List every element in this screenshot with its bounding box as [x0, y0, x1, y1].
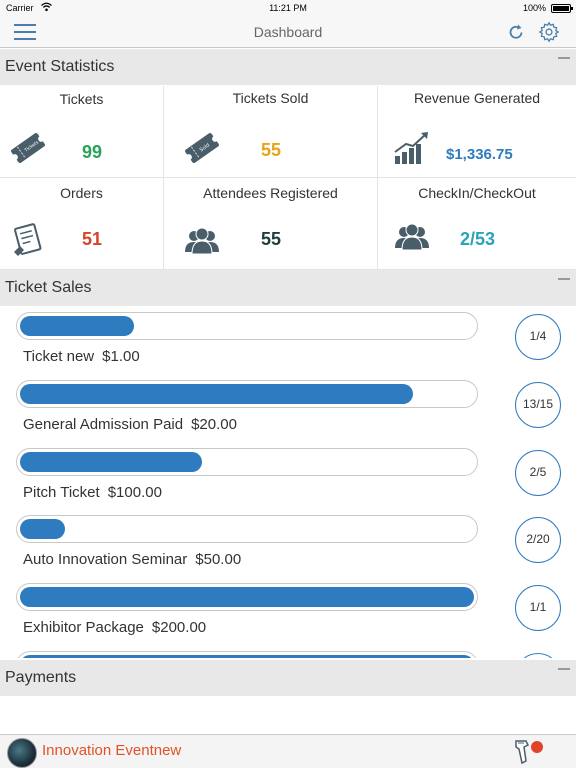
- stat-caption: Orders: [60, 185, 103, 201]
- ticket-name: General Admission Paid: [23, 416, 184, 433]
- ticket-sale-row[interactable]: Pitch Ticket $100.00 2/5: [0, 442, 576, 510]
- ticket-price: $200.00: [151, 619, 207, 636]
- revenue-chart-icon: [394, 132, 428, 164]
- ticket-icon: Tickets: [11, 133, 45, 163]
- stat-caption: Tickets Sold: [232, 90, 309, 106]
- stat-checkin-checkout[interactable]: CheckIn/CheckOut 2/53: [378, 178, 576, 270]
- ticket-name: Pitch Ticket: [23, 484, 100, 501]
- ticket-sale-row-partial[interactable]: [0, 645, 576, 658]
- sales-progress-fill: [20, 384, 413, 404]
- statistics-grid: Tickets Tickets 99 Tickets Sold Sold 55: [0, 86, 576, 270]
- ticket-price: $50.00: [195, 551, 242, 568]
- sales-counter-badge: 2/20: [515, 517, 561, 563]
- barcode-scanner-icon[interactable]: [510, 737, 546, 767]
- sales-progress-bar: [16, 515, 478, 543]
- sales-counter-badge: 2/5: [515, 450, 561, 496]
- collapse-icon[interactable]: [558, 278, 570, 280]
- stat-revenue[interactable]: Revenue Generated $1,336.75: [378, 86, 576, 178]
- sales-progress-bar: [16, 651, 478, 658]
- sales-progress-bar: [16, 380, 478, 408]
- sales-progress-bar: [16, 448, 478, 476]
- stat-caption: Tickets: [59, 91, 104, 107]
- ticket-name: Exhibitor Package: [23, 619, 144, 636]
- ticket-sale-row[interactable]: Exhibitor Package $200.00 1/1: [0, 577, 576, 645]
- sales-progress-fill: [20, 587, 474, 607]
- section-title: Payments: [5, 669, 77, 686]
- ticket-sale-row[interactable]: Auto Innovation Seminar $50.00 2/20: [0, 509, 576, 577]
- ticket-sales-header[interactable]: Ticket Sales: [0, 270, 576, 306]
- section-title: Event Statistics: [5, 58, 115, 75]
- event-name[interactable]: Innovation Eventnew: [42, 742, 181, 759]
- attendees-icon: [185, 227, 219, 255]
- page-title: Dashboard: [253, 24, 323, 40]
- battery-percent: 100%: [522, 3, 546, 13]
- navigation-bar: Dashboard: [0, 16, 576, 48]
- ticket-sale-label: General Admission Paid $20.00: [23, 416, 237, 433]
- sales-progress-bar: [16, 583, 478, 611]
- sales-progress-bar: [16, 312, 478, 340]
- ticket-name: Auto Innovation Seminar: [23, 551, 188, 568]
- collapse-icon[interactable]: [558, 57, 570, 59]
- event-logo[interactable]: [7, 738, 37, 768]
- sales-counter-badge: 1/1: [515, 585, 561, 631]
- stat-tickets[interactable]: Tickets Tickets 99: [0, 86, 164, 178]
- clock: 11:21 PM: [269, 3, 307, 13]
- ticket-price: $100.00: [107, 484, 162, 501]
- stat-caption: CheckIn/CheckOut: [418, 185, 536, 201]
- ticket-sale-label: Pitch Ticket $100.00: [23, 484, 162, 501]
- event-statistics-header[interactable]: Event Statistics: [0, 49, 576, 85]
- collapse-icon[interactable]: [558, 668, 570, 670]
- ticket-price: $1.00: [102, 348, 140, 365]
- checkin-icon: [395, 223, 429, 251]
- stat-caption: Revenue Generated: [413, 90, 541, 106]
- ticket-sale-label: Auto Innovation Seminar $50.00: [23, 551, 241, 568]
- stat-value: 55: [261, 140, 282, 160]
- stat-orders[interactable]: Orders 51: [0, 178, 164, 270]
- stat-value: $1,336.75: [446, 146, 513, 163]
- stat-tickets-sold[interactable]: Tickets Sold Sold 55: [164, 86, 378, 178]
- payments-header[interactable]: Payments: [0, 660, 576, 696]
- sold-ticket-icon: Sold: [185, 133, 219, 163]
- ticket-name: Ticket new: [23, 348, 95, 365]
- battery-icon: [551, 4, 573, 13]
- order-icon: [14, 223, 42, 256]
- gear-icon[interactable]: [538, 21, 560, 43]
- sales-counter-badge: 13/15: [515, 382, 561, 428]
- section-title: Ticket Sales: [5, 279, 92, 296]
- sales-progress-fill: [20, 519, 65, 539]
- payments-content: [0, 696, 576, 734]
- ticket-sale-row[interactable]: Ticket new $1.00 1/4: [0, 306, 576, 374]
- ticket-sales-list[interactable]: Ticket new $1.00 1/4 General Admission Paid…: [0, 306, 576, 658]
- footer-bar: Innovation Eventnew: [0, 734, 576, 768]
- stat-value: 55: [261, 229, 282, 249]
- stat-value: 2/53: [460, 229, 496, 249]
- ticket-sale-row[interactable]: General Admission Paid $20.00 13/15: [0, 374, 576, 442]
- sales-progress-fill: [20, 452, 202, 472]
- ticket-price: $20.00: [191, 416, 237, 433]
- sales-counter-badge: 1/4: [515, 314, 561, 360]
- stat-value: 99: [82, 142, 103, 162]
- sales-progress-fill: [20, 655, 474, 658]
- status-bar: Carrier 11:21 PM 100%: [0, 0, 576, 16]
- stat-attendees[interactable]: Attendees Registered 55: [164, 178, 378, 270]
- stat-caption: Attendees Registered: [203, 185, 338, 201]
- sales-counter-badge: [515, 653, 561, 658]
- sales-progress-fill: [20, 316, 134, 336]
- ticket-sale-label: Exhibitor Package $200.00: [23, 619, 206, 636]
- ticket-sale-label: Ticket new $1.00: [23, 348, 140, 365]
- stat-value: 51: [82, 229, 103, 249]
- refresh-icon[interactable]: [506, 22, 526, 42]
